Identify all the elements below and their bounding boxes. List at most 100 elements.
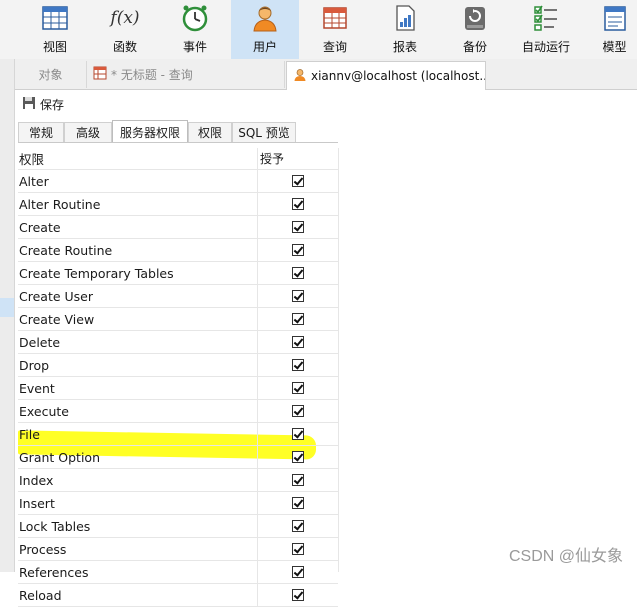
toolbar-query-button[interactable]: 查询 bbox=[310, 0, 360, 59]
toolbar-user-button[interactable]: 用户 bbox=[231, 0, 299, 59]
grant-cell bbox=[257, 400, 338, 422]
tab-advanced[interactable]: 高级 bbox=[64, 122, 112, 142]
grant-checkbox[interactable] bbox=[292, 267, 304, 279]
tab-untitled-query[interactable]: * 无标题 - 查询 bbox=[87, 61, 285, 88]
grant-checkbox[interactable] bbox=[292, 589, 304, 601]
privilege-row[interactable]: Insert bbox=[18, 492, 338, 515]
privilege-row[interactable]: Event bbox=[18, 377, 338, 400]
tab-advanced-label: 高级 bbox=[75, 126, 100, 140]
privilege-row[interactable]: Grant Option bbox=[18, 446, 338, 469]
save-button-label: 保存 bbox=[40, 97, 65, 112]
privilege-name: Index bbox=[19, 472, 54, 488]
model-icon bbox=[601, 4, 629, 32]
column-header-grant[interactable]: 授予 bbox=[257, 148, 337, 169]
privilege-row[interactable]: Alter bbox=[18, 170, 338, 193]
grant-checkbox[interactable] bbox=[292, 543, 304, 555]
toolbar-view-button[interactable]: 视图 bbox=[30, 0, 80, 59]
tab-objects-label: 对象 bbox=[38, 68, 63, 82]
privilege-name: Event bbox=[19, 380, 55, 396]
privilege-name: Alter Routine bbox=[19, 196, 101, 212]
tab-user-editor[interactable]: xiannv@localhost (localhost... bbox=[286, 61, 486, 90]
editor-subtabs: 常规 高级 服务器权限 权限 SQL 预览 bbox=[18, 120, 358, 143]
privilege-row[interactable]: File bbox=[18, 423, 338, 446]
toolbar-automation-button[interactable]: 自动运行 bbox=[516, 0, 576, 59]
toolbar-model-label: 模型 bbox=[602, 40, 627, 54]
privilege-row[interactable]: Drop bbox=[18, 354, 338, 377]
grant-checkbox[interactable] bbox=[292, 290, 304, 302]
grant-checkbox[interactable] bbox=[292, 451, 304, 463]
privilege-row[interactable]: Reload bbox=[18, 584, 338, 607]
tab-sql-preview-label: SQL 预览 bbox=[238, 126, 290, 140]
save-button[interactable]: 保存 bbox=[22, 95, 64, 113]
checklist-icon bbox=[532, 4, 560, 32]
tab-sql-preview[interactable]: SQL 预览 bbox=[232, 122, 296, 142]
privilege-name: Reload bbox=[19, 587, 62, 603]
grant-cell bbox=[257, 216, 338, 238]
toolbar-user-label: 用户 bbox=[252, 40, 277, 54]
toolbar-function-label: 函数 bbox=[112, 40, 137, 54]
grant-checkbox[interactable] bbox=[292, 520, 304, 532]
privilege-row[interactable]: References bbox=[18, 561, 338, 584]
grant-cell bbox=[257, 239, 338, 261]
privilege-row[interactable]: Index bbox=[18, 469, 338, 492]
tab-objects[interactable]: 对象 bbox=[15, 61, 87, 88]
grant-cell bbox=[257, 377, 338, 399]
tab-privileges[interactable]: 权限 bbox=[188, 122, 232, 142]
privilege-row[interactable]: Process bbox=[18, 538, 338, 561]
privilege-row[interactable]: Execute bbox=[18, 400, 338, 423]
privileges-grid: 权限 授予 Alter Alter Routine Create Create Rou… bbox=[18, 148, 338, 607]
privilege-name: Create View bbox=[19, 311, 95, 327]
grant-checkbox[interactable] bbox=[292, 566, 304, 578]
grant-checkbox[interactable] bbox=[292, 175, 304, 187]
privilege-row[interactable]: Delete bbox=[18, 331, 338, 354]
toolbar-event-button[interactable]: 事件 bbox=[170, 0, 220, 59]
toolbar-model-button[interactable]: 模型 bbox=[592, 0, 637, 59]
grant-checkbox[interactable] bbox=[292, 336, 304, 348]
grant-cell bbox=[257, 285, 338, 307]
grant-checkbox[interactable] bbox=[292, 382, 304, 394]
privilege-row[interactable]: Create Temporary Tables bbox=[18, 262, 338, 285]
grant-cell bbox=[257, 354, 338, 376]
grant-checkbox[interactable] bbox=[292, 497, 304, 509]
grant-checkbox[interactable] bbox=[292, 359, 304, 371]
tab-untitled-query-label: * 无标题 - 查询 bbox=[111, 68, 193, 82]
report-icon bbox=[391, 4, 419, 32]
grant-checkbox[interactable] bbox=[292, 221, 304, 233]
user-icon bbox=[251, 4, 279, 32]
watermark: CSDN @仙女象 bbox=[508, 548, 623, 565]
privilege-row[interactable]: Create Routine bbox=[18, 239, 338, 262]
grant-checkbox[interactable] bbox=[292, 428, 304, 440]
tab-general-label: 常规 bbox=[28, 126, 53, 140]
privilege-row[interactable]: Create bbox=[18, 216, 338, 239]
tab-server-privileges[interactable]: 服务器权限 bbox=[112, 120, 188, 143]
function-icon: f(x) bbox=[110, 8, 140, 28]
privilege-row[interactable]: Lock Tables bbox=[18, 515, 338, 538]
grant-checkbox[interactable] bbox=[292, 405, 304, 417]
grant-cell bbox=[257, 515, 338, 537]
tab-server-privileges-label: 服务器权限 bbox=[119, 125, 180, 140]
grant-checkbox[interactable] bbox=[292, 474, 304, 486]
column-header-privilege[interactable]: 权限 bbox=[19, 148, 255, 169]
toolbar-function-button[interactable]: f(x) 函数 bbox=[100, 0, 150, 59]
grant-cell bbox=[257, 170, 338, 192]
toolbar-report-button[interactable]: 报表 bbox=[380, 0, 430, 59]
toolbar-event-label: 事件 bbox=[182, 40, 207, 54]
user-tab-icon bbox=[293, 68, 307, 85]
privilege-row[interactable]: Create User bbox=[18, 285, 338, 308]
grid-body: Alter Alter Routine Create Create Routine Cr… bbox=[18, 170, 338, 607]
grant-cell bbox=[257, 561, 338, 583]
document-tab-bar: 对象 * 无标题 - 查询 xiannv@localhost (localhos… bbox=[15, 59, 637, 90]
grant-cell bbox=[257, 492, 338, 514]
privilege-name: File bbox=[19, 426, 40, 442]
grant-checkbox[interactable] bbox=[292, 244, 304, 256]
toolbar-automation-label: 自动运行 bbox=[521, 40, 570, 54]
grant-cell bbox=[257, 584, 338, 606]
grant-checkbox[interactable] bbox=[292, 198, 304, 210]
grant-cell bbox=[257, 446, 338, 468]
grant-checkbox[interactable] bbox=[292, 313, 304, 325]
tab-general[interactable]: 常规 bbox=[18, 122, 64, 142]
toolbar-backup-button[interactable]: 备份 bbox=[450, 0, 500, 59]
privilege-row[interactable]: Create View bbox=[18, 308, 338, 331]
privilege-row[interactable]: Alter Routine bbox=[18, 193, 338, 216]
privilege-name: Create bbox=[19, 219, 61, 235]
